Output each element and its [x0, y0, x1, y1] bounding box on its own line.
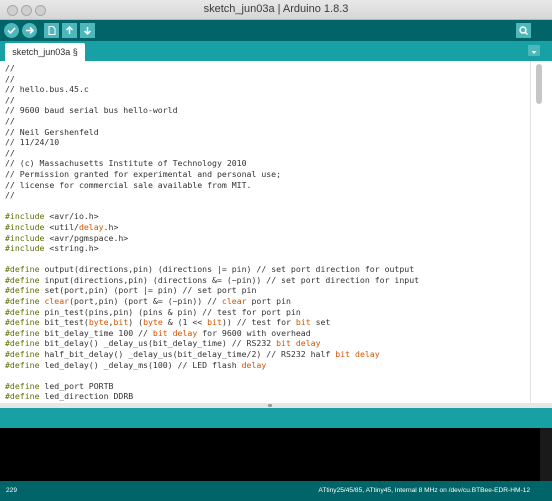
- chevron-down-icon: [531, 51, 537, 54]
- code-line[interactable]: #define pin_test(pins,pin) (pins & pin) …: [5, 307, 530, 318]
- console-output[interactable]: [0, 428, 540, 481]
- file-icon: [48, 26, 56, 35]
- code-line[interactable]: #define led_port PORTB: [5, 381, 530, 392]
- code-line[interactable]: // Neil Gershenfeld: [5, 127, 530, 138]
- tab-sketch[interactable]: sketch_jun03a §: [5, 43, 85, 61]
- console-scrollbar[interactable]: [540, 428, 552, 481]
- line-number: 229: [6, 487, 18, 494]
- code-line[interactable]: // Permission granted for experimental a…: [5, 169, 530, 180]
- code-line[interactable]: #define bit_delay() _delay_us(bit_delay_…: [5, 338, 530, 349]
- tab-bar: sketch_jun03a §: [0, 41, 552, 61]
- code-line[interactable]: // 11/24/10: [5, 137, 530, 148]
- code-line[interactable]: //: [5, 95, 530, 106]
- code-line[interactable]: // 9600 baud serial bus hello-world: [5, 105, 530, 116]
- code-text[interactable]: ////// hello.bus.45.c//// 9600 baud seri…: [0, 61, 530, 403]
- code-line[interactable]: // hello.bus.45.c: [5, 84, 530, 95]
- code-line[interactable]: #define bit_test(byte,bit) (byte & (1 <<…: [5, 317, 530, 328]
- code-line[interactable]: #define clear(port,pin) (port &= (~pin))…: [5, 296, 530, 307]
- scrollbar-thumb[interactable]: [536, 64, 542, 104]
- code-line[interactable]: // (c) Massachusetts Institute of Techno…: [5, 158, 530, 169]
- arrow-down-icon: [83, 27, 92, 36]
- new-sketch-button[interactable]: [44, 23, 59, 38]
- code-line[interactable]: #include <avr/pgmspace.h>: [5, 233, 530, 244]
- board-info: ATtiny25/45/85, ATtiny45, Internal 8 MHz…: [318, 487, 530, 494]
- title-bar: sketch_jun03a | Arduino 1.8.3: [0, 0, 552, 20]
- upload-button[interactable]: [22, 23, 37, 38]
- code-line[interactable]: #include <util/delay.h>: [5, 222, 530, 233]
- code-line[interactable]: #define led_direction DDRB: [5, 391, 530, 402]
- footer-bar: 229 ATtiny25/45/85, ATtiny45, Internal 8…: [0, 481, 552, 501]
- window-title: sketch_jun03a | Arduino 1.8.3: [203, 3, 349, 15]
- arrow-right-icon: [26, 26, 35, 35]
- save-sketch-button[interactable]: [80, 23, 95, 38]
- code-editor[interactable]: ////// hello.bus.45.c//// 9600 baud seri…: [0, 61, 530, 403]
- code-line[interactable]: [5, 201, 530, 212]
- status-bar: [0, 408, 552, 428]
- divider-grip[interactable]: [268, 404, 272, 407]
- code-line[interactable]: #include <avr/io.h>: [5, 211, 530, 222]
- magnifier-icon: [519, 26, 528, 35]
- code-line[interactable]: [5, 370, 530, 381]
- editor-vertical-scrollbar[interactable]: [530, 61, 552, 403]
- code-line[interactable]: //: [5, 148, 530, 159]
- code-line[interactable]: [5, 254, 530, 265]
- code-line[interactable]: #define input(directions,pin) (direction…: [5, 275, 530, 286]
- code-line[interactable]: #define bit_delay_time 100 // bit delay …: [5, 328, 530, 339]
- code-line[interactable]: // license for commercial sale available…: [5, 180, 530, 191]
- code-line[interactable]: //: [5, 74, 530, 85]
- code-line[interactable]: //: [5, 190, 530, 201]
- code-line[interactable]: #define half_bit_delay() _delay_us(bit_d…: [5, 349, 530, 360]
- serial-monitor-button[interactable]: [516, 23, 531, 38]
- code-line[interactable]: #define led_delay() _delay_ms(100) // LE…: [5, 360, 530, 371]
- code-line[interactable]: //: [5, 116, 530, 127]
- code-line[interactable]: #define output(directions,pin) (directio…: [5, 264, 530, 275]
- check-icon: [7, 27, 16, 35]
- code-line[interactable]: #define set(port,pin) (port |= pin) // s…: [5, 285, 530, 296]
- tab-menu-button[interactable]: [528, 45, 540, 56]
- verify-button[interactable]: [4, 23, 19, 38]
- open-sketch-button[interactable]: [62, 23, 77, 38]
- code-line[interactable]: //: [5, 63, 530, 74]
- arrow-up-icon: [65, 25, 74, 34]
- toolbar: [0, 20, 552, 41]
- code-line[interactable]: #include <string.h>: [5, 243, 530, 254]
